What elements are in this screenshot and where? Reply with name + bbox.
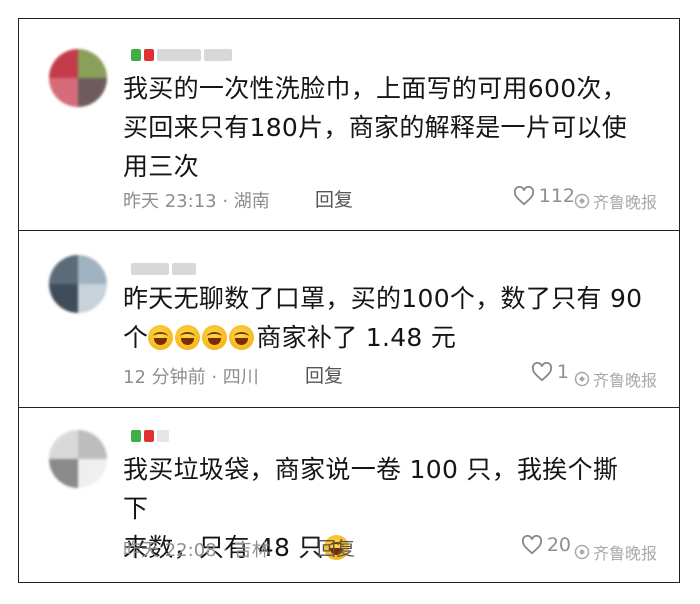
- rofl-emoji-icon: [148, 325, 174, 350]
- watermark: 齐鲁晚报: [574, 540, 657, 564]
- comment-card-1: 我买的一次性洗脸巾，上面写的可用600次， 买回来只有180片，商家的解释是一片…: [18, 18, 680, 231]
- comment-meta: 12 分钟前 · 四川: [123, 367, 259, 388]
- avatar[interactable]: [49, 430, 107, 488]
- like-count: 20: [546, 534, 571, 556]
- like-button[interactable]: 112: [513, 185, 575, 207]
- username-blurred[interactable]: [131, 261, 196, 277]
- rofl-emoji-icon: [202, 325, 228, 350]
- reply-button[interactable]: 回复: [305, 361, 343, 388]
- like-button[interactable]: 1: [531, 361, 569, 383]
- comment-text: 昨天无聊数了口罩，买的100个，数了只有 90 个商家补了 1.48 元: [123, 284, 643, 352]
- rofl-emoji-icon: [175, 325, 201, 350]
- like-count: 1: [556, 361, 569, 383]
- heart-outline-icon: [513, 186, 534, 206]
- rofl-emoji-icon: [229, 325, 255, 350]
- avatar[interactable]: [49, 255, 107, 313]
- avatar[interactable]: [49, 49, 107, 107]
- like-count: 112: [538, 185, 575, 207]
- reply-button[interactable]: 回复: [317, 534, 355, 561]
- comment-text: 我买的一次性洗脸巾，上面写的可用600次， 买回来只有180片，商家的解释是一片…: [123, 74, 628, 181]
- newspaper-logo-icon: [574, 193, 590, 209]
- comment-meta: 昨天 23:13 · 湖南: [123, 191, 270, 212]
- newspaper-logo-icon: [574, 544, 590, 560]
- watermark: 齐鲁晚报: [574, 367, 657, 391]
- reply-button[interactable]: 回复: [315, 185, 353, 212]
- comment-card-3: 我买垃圾袋，商家说一卷 100 只，我挨个撕下 来数，只有 48 只 昨天 22…: [18, 407, 680, 583]
- comment-meta: 昨天 22:08 · 吉林: [123, 540, 270, 561]
- newspaper-logo-icon: [574, 371, 590, 387]
- watermark: 齐鲁晚报: [574, 189, 657, 213]
- heart-outline-icon: [531, 362, 552, 382]
- username-blurred[interactable]: [131, 47, 232, 63]
- heart-outline-icon: [521, 535, 542, 555]
- comment-card-2: 昨天无聊数了口罩，买的100个，数了只有 90 个商家补了 1.48 元 12 …: [18, 230, 680, 408]
- like-button[interactable]: 20: [521, 534, 571, 556]
- username-blurred[interactable]: [131, 428, 169, 444]
